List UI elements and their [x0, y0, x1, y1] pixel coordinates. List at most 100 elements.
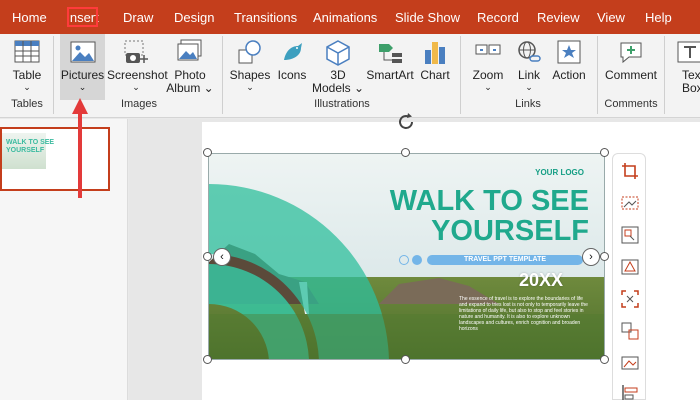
slide-thumbnail[interactable]: WALK TO SEE YOURSELF: [0, 127, 110, 191]
group-divider: [53, 36, 54, 114]
table-icon: [14, 40, 40, 63]
chevron-down-icon: ⌄: [484, 82, 492, 92]
3d-models-button[interactable]: 3D Models ⌄: [312, 34, 364, 100]
link-icon: [518, 41, 541, 62]
tab-design[interactable]: Design: [174, 0, 214, 34]
resize-handle-bottom[interactable]: [401, 355, 410, 364]
tab-insert[interactable]: Insert: [60, 0, 105, 34]
resize-handle-top-left[interactable]: [203, 148, 212, 157]
smartart-label: SmartArt: [366, 68, 414, 82]
shapes-button[interactable]: Shapes ⌄: [228, 34, 272, 100]
bar-chart-icon: [425, 42, 445, 64]
thumbnail-title: WALK TO SEE YOURSELF: [6, 139, 55, 154]
resize-handle-left[interactable]: [203, 252, 212, 261]
group-divider: [597, 36, 598, 114]
table-button[interactable]: Table ⌄: [4, 34, 50, 100]
slide-subtitle-pill: TRAVEL PPT TEMPLATE: [427, 255, 583, 265]
zoom-button[interactable]: Zoom ⌄: [466, 34, 510, 100]
text-box-label-2: Box: [682, 81, 700, 95]
artistic-effects-icon[interactable]: [621, 258, 639, 276]
crop-icon[interactable]: [621, 162, 639, 180]
inserted-picture[interactable]: YOUR LOGO WALK TO SEE YOURSELF TRAVEL PP…: [208, 153, 605, 360]
remove-background-icon[interactable]: [621, 194, 639, 212]
pictures-button[interactable]: Pictures ⌄: [60, 34, 105, 100]
tab-slide-show[interactable]: Slide Show: [395, 0, 460, 34]
picture-icon: [70, 41, 95, 63]
text-box-button[interactable]: Tex Box: [668, 34, 700, 100]
change-picture-icon[interactable]: [621, 322, 639, 340]
decor-dot-outline: [399, 255, 409, 265]
3d-models-label-2: Models ⌄: [312, 81, 365, 95]
tab-review[interactable]: Review: [537, 0, 580, 34]
align-icon[interactable]: [621, 384, 639, 400]
resize-handle-top-right[interactable]: [600, 148, 609, 157]
chevron-down-icon: ⌄: [132, 82, 140, 92]
resize-handle-right[interactable]: [600, 252, 609, 261]
photo-album-label-1: Photo: [174, 68, 206, 82]
prev-arrow-icon: ‹: [213, 248, 231, 266]
tab-home[interactable]: Home: [12, 0, 47, 34]
screenshot-button[interactable]: Screenshot ⌄: [107, 34, 168, 100]
comment-icon: [620, 42, 642, 64]
cube-icon: [326, 40, 350, 66]
comment-label: Comment: [604, 68, 657, 82]
decor-dot-filled: [412, 255, 422, 265]
bird-icon: [284, 43, 302, 60]
zoom-icon: [475, 44, 501, 55]
group-divider: [460, 36, 461, 114]
photo-album-label-2: Album ⌄: [166, 81, 214, 95]
chevron-down-icon: ⌄: [525, 82, 533, 92]
picture-styles-icon[interactable]: [621, 354, 639, 372]
tab-transitions[interactable]: Transitions: [234, 0, 297, 34]
resize-handle-bottom-right[interactable]: [600, 355, 609, 364]
comment-button[interactable]: Comment: [602, 34, 660, 100]
group-divider: [664, 36, 665, 114]
slide-title: WALK TO SEE YOURSELF: [389, 185, 589, 247]
group-label-links: Links: [515, 98, 541, 110]
powerpoint-window: Home Insert Draw Design Transitions Anim…: [0, 0, 700, 400]
smartart-button[interactable]: SmartArt: [364, 34, 416, 100]
icons-button[interactable]: Icons: [274, 34, 310, 100]
screenshot-icon: [124, 40, 148, 63]
resize-handle-bottom-left[interactable]: [203, 355, 212, 364]
photo-album-icon: [177, 39, 202, 61]
tab-draw[interactable]: Draw: [123, 0, 153, 34]
slide-thumbnail-pane: WALK TO SEE YOURSELF: [0, 119, 128, 400]
tab-animations[interactable]: Animations: [313, 0, 377, 34]
chevron-down-icon: ⌄: [78, 82, 87, 92]
chart-button[interactable]: Chart: [418, 34, 452, 100]
resize-handle-top[interactable]: [401, 148, 410, 157]
tab-help[interactable]: Help: [645, 0, 672, 34]
slide-paragraph: The essence of travel is to explore the …: [459, 296, 588, 332]
smartart-icon: [379, 44, 402, 63]
shapes-icon: [238, 40, 261, 64]
action-star-icon: [557, 40, 581, 64]
rotate-handle-icon[interactable]: [395, 111, 417, 133]
tab-record[interactable]: Record: [477, 0, 519, 34]
slide-year: 20XX: [519, 270, 564, 290]
3d-models-label-1: 3D: [330, 68, 346, 82]
link-button[interactable]: Link ⌄: [512, 34, 546, 100]
group-label-illustrations: Illustrations: [314, 98, 370, 110]
group-divider: [222, 36, 223, 114]
action-label: Action: [552, 68, 586, 82]
tab-view[interactable]: View: [597, 0, 625, 34]
text-box-label-1: Tex: [682, 68, 700, 82]
focus-icon[interactable]: [621, 290, 639, 308]
picture-quick-toolbar: [612, 153, 646, 400]
next-arrow-icon: ›: [582, 248, 600, 266]
annotation-arrow-icon: [72, 98, 88, 198]
ribbon-tab-bar: Home Insert Draw Design Transitions Anim…: [0, 0, 700, 34]
icons-label: Icons: [277, 68, 307, 82]
chevron-down-icon: ⌄: [246, 82, 254, 92]
slide-logo-text: YOUR LOGO: [535, 168, 584, 177]
action-button[interactable]: Action: [548, 34, 590, 100]
text-box-icon: [677, 41, 700, 63]
group-label-comments: Comments: [604, 98, 658, 110]
chart-label: Chart: [420, 68, 450, 82]
insert-ribbon: Table ⌄ Tables Pictures ⌄ Screenshot ⌄ P…: [0, 34, 700, 118]
group-label-tables: Tables: [11, 98, 43, 110]
chevron-down-icon: ⌄: [23, 82, 31, 92]
photo-album-button[interactable]: Photo Album ⌄: [166, 34, 214, 100]
picture-layout-icon[interactable]: [621, 226, 639, 244]
